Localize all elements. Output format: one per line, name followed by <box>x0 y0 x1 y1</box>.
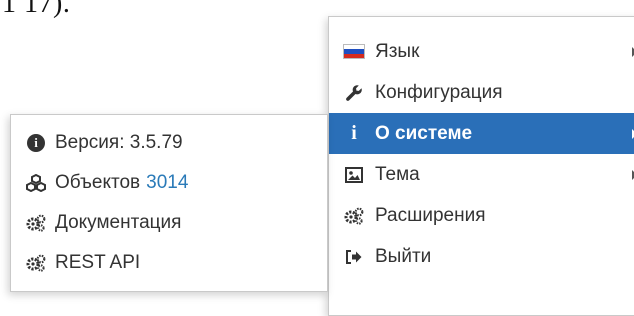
submenu-item-documentation[interactable]: Документация <box>11 203 327 243</box>
menu-item-about-system[interactable]: i О системе <box>329 113 634 154</box>
user-dropdown-menu: Язык Конфигурация i О системе Тема Расши… <box>328 16 634 316</box>
objects-count: 3014 <box>146 172 189 193</box>
menu-item-language-label: Язык <box>375 40 420 62</box>
submenu-item-version: i Версия: 3.5.79 <box>11 123 327 163</box>
objects-label: Объектов <box>55 172 141 193</box>
menu-item-logout-label: Выйти <box>375 245 432 267</box>
version-label: Версия: 3.5.79 <box>55 132 183 153</box>
menu-item-extensions-label: Расширения <box>375 204 486 226</box>
cubes-icon <box>25 172 47 194</box>
menu-item-configuration[interactable]: Конфигурация <box>329 72 634 113</box>
menu-item-logout[interactable]: Выйти <box>329 236 634 277</box>
menu-item-configuration-label: Конфигурация <box>375 81 503 103</box>
document-text-fragment: 1 17). <box>2 0 71 19</box>
documentation-label: Документация <box>55 212 182 233</box>
rest-api-label: REST API <box>55 252 141 273</box>
picture-icon <box>343 164 365 186</box>
submenu-item-rest-api[interactable]: REST API <box>11 243 327 283</box>
sign-out-icon <box>343 246 365 268</box>
submenu-item-objects[interactable]: Объектов 3014 <box>11 163 327 203</box>
gears-icon <box>343 205 365 227</box>
gears-icon <box>25 212 47 234</box>
menu-item-about-system-label: О системе <box>375 122 473 144</box>
menu-item-theme-label: Тема <box>375 163 420 185</box>
menu-item-language[interactable]: Язык <box>329 31 634 72</box>
about-system-submenu: i Версия: 3.5.79 Объектов 3014 Документа… <box>10 114 328 292</box>
menu-item-theme[interactable]: Тема <box>329 154 634 195</box>
menu-item-extensions[interactable]: Расширения <box>329 195 634 236</box>
wrench-icon <box>343 82 365 104</box>
gears-icon <box>25 252 47 274</box>
russia-flag-icon <box>343 41 365 63</box>
info-icon: i <box>351 122 357 144</box>
info-circle-icon: i <box>25 132 47 154</box>
